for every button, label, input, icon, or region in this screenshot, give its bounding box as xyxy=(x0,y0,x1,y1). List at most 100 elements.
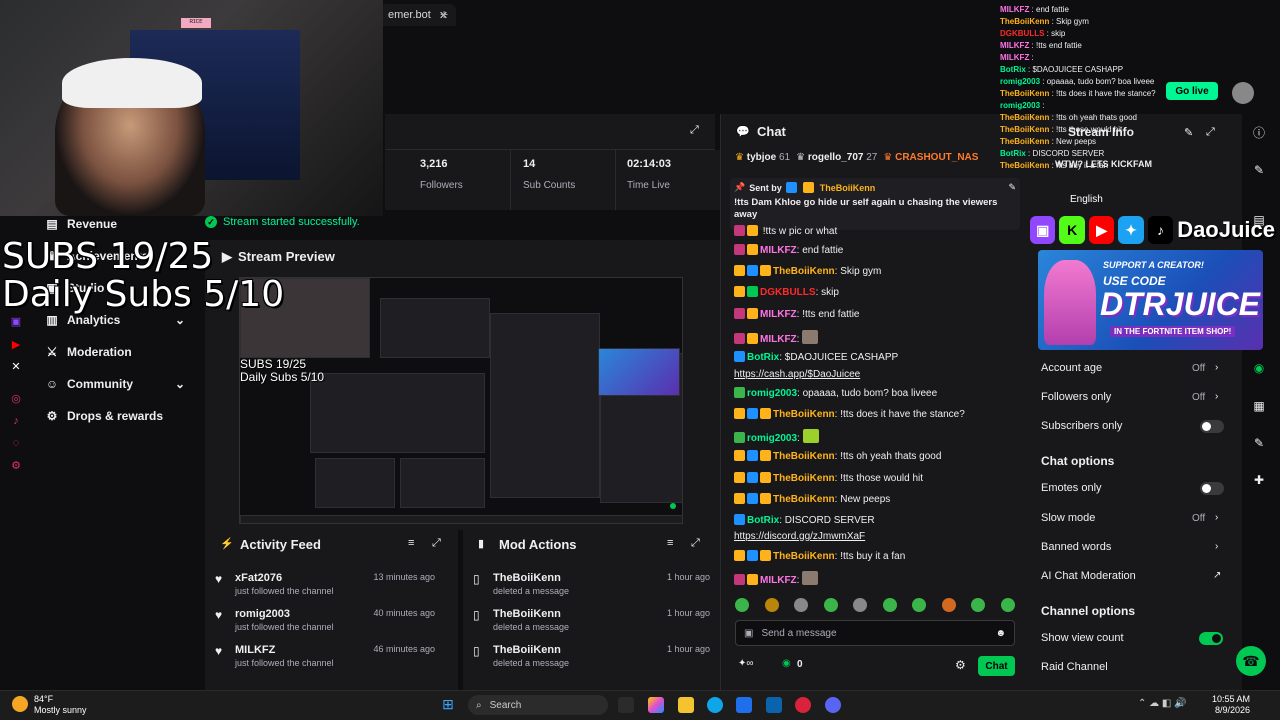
chat-text[interactable]: https://discord.gg/zJmwmXaF xyxy=(734,531,865,542)
nav-item-moderation[interactable]: ⚔ Moderation xyxy=(45,345,132,359)
leaderboard-item[interactable]: ♛ rogello_707 27 xyxy=(796,152,877,168)
unpin-icon[interactable]: ✎ xyxy=(1008,182,1016,193)
taskbar-search[interactable]: ⌕ Search xyxy=(468,695,608,715)
go-live-button[interactable]: Go live xyxy=(1166,82,1218,100)
emote-icon[interactable] xyxy=(794,598,809,612)
popout-icon[interactable]: ⤢ xyxy=(690,124,699,137)
nav-item-community[interactable]: ☺ Community ⌄ xyxy=(45,377,185,391)
chat-username[interactable]: TheBoiiKenn xyxy=(773,409,835,420)
tiktok-icon[interactable]: ♪ xyxy=(8,413,24,429)
settings-icon[interactable]: ⚙ xyxy=(955,658,966,672)
nav-item-analytics[interactable]: ▥ Analytics ⌄ xyxy=(45,313,185,327)
avatar[interactable] xyxy=(1232,82,1254,104)
discord-icon[interactable]: ◌ xyxy=(8,435,24,451)
opera-icon[interactable] xyxy=(795,697,811,713)
file-explorer-icon[interactable] xyxy=(678,697,694,713)
nav-item-drops[interactable]: ⚙ Drops & rewards xyxy=(45,409,163,423)
weather-widget[interactable]: 84°F Mostly sunny xyxy=(34,694,87,716)
emote-icon[interactable] xyxy=(971,598,986,612)
chat-send-button[interactable]: Chat xyxy=(978,656,1015,676)
chat-username[interactable]: BotRix xyxy=(747,515,779,526)
chat-username[interactable]: TheBoiiKenn xyxy=(773,551,835,562)
instagram-icon[interactable]: ◎ xyxy=(8,390,24,406)
chevron-right-icon[interactable]: › xyxy=(1215,541,1218,552)
outlook-icon[interactable] xyxy=(766,697,782,713)
setting-raid-channel[interactable]: Raid Channel xyxy=(1041,661,1108,673)
chevron-right-icon[interactable]: › xyxy=(1215,512,1218,523)
emote-icon[interactable] xyxy=(882,598,897,612)
emote-icon[interactable] xyxy=(1000,598,1015,612)
chat-username[interactable]: MILKFZ xyxy=(760,575,797,586)
copilot-icon[interactable] xyxy=(648,697,664,713)
chat-username[interactable]: romig2003 xyxy=(747,433,797,444)
chat-username[interactable]: TheBoiiKenn xyxy=(773,266,835,277)
taskbar-clock[interactable]: 10:55 AM 8/9/2026 xyxy=(1212,694,1250,716)
new-tab-button[interactable]: + xyxy=(440,6,448,22)
emote-icon[interactable] xyxy=(823,598,838,612)
chat-username[interactable]: TheBoiiKenn xyxy=(773,494,835,505)
youtube-icon[interactable]: ▶ xyxy=(8,336,24,352)
chat-username[interactable]: MILKFZ xyxy=(760,245,797,256)
popout-icon[interactable]: ⤢ xyxy=(1206,126,1215,139)
chevron-right-icon[interactable]: › xyxy=(1215,391,1218,402)
chat-username[interactable]: MILKFZ xyxy=(760,334,797,345)
edit-icon[interactable]: ✎ xyxy=(1251,162,1267,178)
leaderboard-item[interactable]: ♛ CRASHOUT_NAS xyxy=(883,152,978,168)
popout-icon[interactable]: ⤢ xyxy=(691,537,700,550)
setting-ai-moderation[interactable]: AI Chat Moderation xyxy=(1041,570,1136,582)
puzzle-icon[interactable]: ✚ xyxy=(1251,472,1267,488)
chat-username[interactable]: MILKFZ xyxy=(760,309,797,320)
subscribers-only-toggle[interactable] xyxy=(1200,420,1224,433)
chat-text[interactable]: https://cash.app/$DaoJuicee xyxy=(734,369,860,380)
nav-label: Drops & rewards xyxy=(67,409,164,423)
edge-icon[interactable] xyxy=(707,697,723,713)
wrench-icon[interactable]: ✎ xyxy=(1251,435,1267,451)
setting-banned-words[interactable]: Banned words xyxy=(1041,541,1111,553)
external-link-icon[interactable]: ↗ xyxy=(1213,570,1221,581)
popout-icon[interactable]: ⤢ xyxy=(432,537,441,550)
user-badge-icon xyxy=(760,408,771,419)
filter-icon[interactable]: ≡ xyxy=(667,537,673,549)
chat-tools-icon[interactable]: ✦∞ xyxy=(738,658,754,669)
user-badge-icon xyxy=(747,450,758,461)
store-icon[interactable] xyxy=(736,697,752,713)
task-view-icon[interactable] xyxy=(618,697,634,713)
show-view-count-toggle[interactable] xyxy=(1199,632,1223,645)
emote-icon[interactable] xyxy=(853,598,868,612)
setting-slow-mode[interactable]: Slow mode xyxy=(1041,512,1095,524)
emote-icon[interactable] xyxy=(912,598,927,612)
nav-item-revenue[interactable]: ▤ Revenue xyxy=(45,217,117,231)
chevron-right-icon[interactable]: › xyxy=(1215,362,1218,373)
emote-icon[interactable] xyxy=(941,598,956,612)
twitch-icon[interactable]: ▣ xyxy=(8,313,24,329)
emotes-only-toggle[interactable] xyxy=(1200,482,1224,495)
info-icon[interactable]: ⓘ xyxy=(1251,124,1267,140)
x-icon[interactable]: ✕ xyxy=(8,358,24,374)
chat-username[interactable]: romig2003 xyxy=(747,388,797,399)
clipboard-icon[interactable]: ▦ xyxy=(1251,398,1267,414)
support-chat-button[interactable]: ☎ xyxy=(1236,646,1266,676)
setting-followers-only[interactable]: Followers only xyxy=(1041,391,1111,403)
emoji-icon[interactable]: ☻ xyxy=(995,628,1006,639)
tray-icons[interactable]: ⌃ ☁ ◧ 🔊 xyxy=(1138,698,1187,709)
chat-username[interactable]: TheBoiiKenn xyxy=(773,451,835,462)
chat-line: romig2003: xyxy=(734,429,1019,446)
badge-icon[interactable]: ▣ xyxy=(744,628,753,639)
discord-icon[interactable] xyxy=(825,697,841,713)
broadcast-icon[interactable]: ◉ xyxy=(1251,360,1267,376)
chat-username[interactable]: DGKBULLS xyxy=(760,287,816,298)
windows-start-icon[interactable]: ⊞ xyxy=(440,696,456,712)
emote-icon[interactable] xyxy=(735,598,749,612)
chat-username[interactable]: TheBoiiKenn xyxy=(773,473,835,484)
settings-icon[interactable]: ⚙ xyxy=(8,457,24,473)
user-badge-icon xyxy=(734,493,745,504)
chat-input[interactable]: ▣ Send a message ☻ xyxy=(735,620,1015,646)
edit-icon[interactable]: ✎ xyxy=(1184,126,1193,139)
setting-account-age[interactable]: Account age xyxy=(1041,362,1102,374)
emote-icon[interactable] xyxy=(764,598,779,612)
daily-subs-line: Daily Subs 5/10 xyxy=(2,274,285,315)
chat-username[interactable]: BotRix xyxy=(747,352,779,363)
leaderboard-item[interactable]: ♛ tybjoe 61 xyxy=(735,152,790,168)
stream-preview-frame[interactable]: SUBS 19/25 Daily Subs 5/10 xyxy=(239,277,683,524)
filter-icon[interactable]: ≡ xyxy=(408,537,414,549)
